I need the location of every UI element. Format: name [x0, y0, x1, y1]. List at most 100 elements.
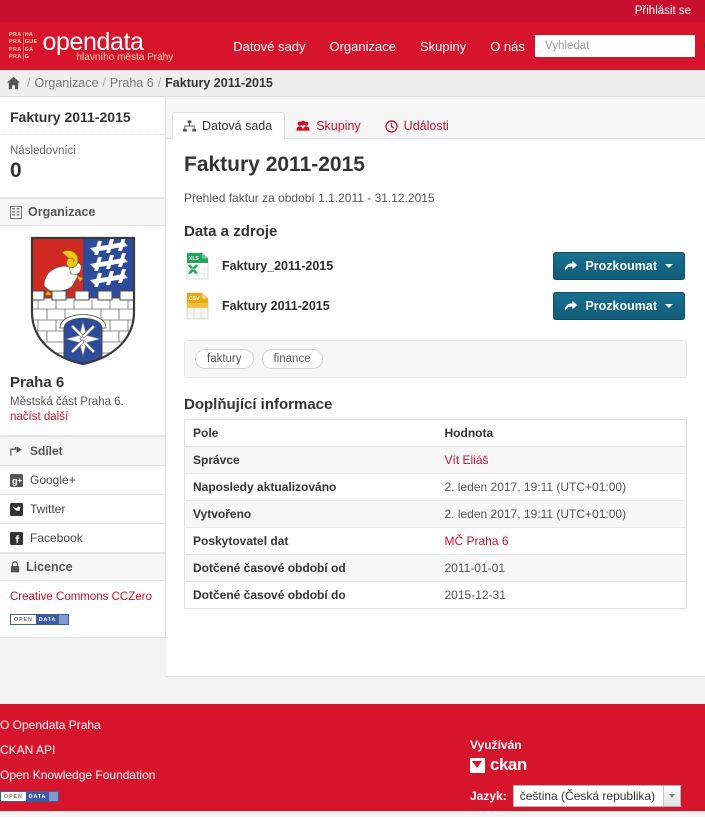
twitter-icon	[10, 502, 23, 516]
facebook-icon	[10, 531, 23, 545]
footer-badge-tail	[49, 792, 59, 801]
row-key-period-from: Dotčené časové období od	[184, 554, 437, 582]
ckan-logo-link[interactable]: ckan	[470, 755, 681, 775]
tab-label-groups: Skupiny	[316, 119, 361, 133]
clock-icon	[384, 119, 398, 133]
explore-button-xls[interactable]: Prozkoumat	[553, 252, 685, 280]
maintainer-link[interactable]: Vít Eliáš	[445, 453, 489, 467]
opendata-badge-open: OPEN	[11, 615, 36, 624]
breadcrumb-item-current: Faktury 2011-2015	[165, 76, 273, 90]
breadcrumb-sep-3: /	[157, 76, 162, 90]
row-value-last-updated: 2. leden 2017, 19:11 (UTC+01:00)	[436, 473, 687, 501]
data-provider-link[interactable]: MČ Praha 6	[445, 534, 509, 548]
license-link[interactable]: Creative Commons CCZero	[10, 591, 155, 603]
share-heading: Sdílet	[0, 436, 165, 465]
nav-organizations[interactable]: Organizace	[329, 39, 395, 54]
breadcrumb-item-organizace[interactable]: Organizace	[34, 76, 98, 90]
opendata-badge-data: DATA	[35, 615, 60, 624]
site-footer: O Opendata Praha CKAN API Open Knowledge…	[0, 704, 705, 811]
organization-description: Městská část Praha 6. načíst další	[10, 395, 155, 425]
footer-badge-data: DATA	[25, 792, 50, 801]
nav-about[interactable]: O nás	[490, 39, 525, 54]
followers-label: Následovníci	[10, 145, 76, 157]
tab-activity[interactable]: Události	[374, 112, 462, 139]
footer-link-about[interactable]: O Opendata Praha	[0, 718, 470, 732]
logo-cell-pra-2: PRA	[9, 39, 22, 46]
followers-count: 0	[10, 159, 22, 182]
explore-button-csv[interactable]: Prozkoumat	[553, 292, 685, 320]
table-row: Vytvořeno 2. leden 2017, 19:11 (UTC+01:0…	[184, 500, 687, 528]
csv-file-icon: CSV	[186, 292, 212, 320]
table-row: Správce Vít Eliáš	[184, 446, 687, 474]
nav-groups[interactable]: Skupiny	[420, 39, 466, 54]
home-icon[interactable]	[6, 76, 21, 90]
main-content: Datová sada Skupiny Události Faktury 201…	[166, 97, 705, 677]
sitemap-icon	[183, 120, 196, 132]
resource-item-csv[interactable]: CSV Faktury 2011-2015 Prozkoumat	[184, 286, 687, 326]
row-key-period-to: Dotčené časové období do	[184, 581, 437, 609]
search-input[interactable]	[543, 39, 701, 53]
share-arrow-icon	[565, 260, 578, 271]
tag-list: faktury finance	[184, 340, 687, 378]
table-header-row: Pole Hodnota	[184, 419, 687, 447]
powered-by-label: Využíván	[470, 738, 522, 752]
nav-datasets[interactable]: Datové sady	[233, 39, 305, 54]
tag-faktury[interactable]: faktury	[195, 349, 254, 369]
share-link-label-twitter: Twitter	[30, 502, 66, 516]
resource-item-xls[interactable]: XLS Faktury_2011-2015 Prozkoumat	[184, 246, 687, 286]
table-row: Dotčené časové období do 2015-12-31	[184, 581, 687, 609]
footer-link-ckan-api[interactable]: CKAN API	[0, 743, 470, 757]
main-navigation: Datové sady Organizace Skupiny O nás	[233, 39, 525, 54]
resource-name-xls: Faktury_2011-2015	[222, 259, 334, 273]
organization-module: Organizace Praha 6 Městská část Praha 6.…	[0, 198, 165, 436]
license-heading: Licence	[0, 553, 165, 581]
share-link-google-plus[interactable]: g + Google+	[0, 465, 165, 494]
language-label: Jazyk:	[470, 789, 507, 803]
svg-text:+: +	[18, 476, 23, 485]
organization-readmore-link[interactable]: načíst další	[10, 411, 68, 423]
wordmark: opendata hlavního města Prahy	[42, 30, 173, 63]
resources-heading: Data a zdroje	[184, 223, 278, 240]
table-row: Naposledy aktualizováno 2. leden 2017, 1…	[184, 473, 687, 501]
language-select[interactable]: čeština (Česká republika)	[512, 785, 681, 807]
content-inner: Faktury 2011-2015 Přehled faktur za obdo…	[166, 139, 705, 619]
share-icon	[10, 446, 23, 456]
column-header-field: Pole	[184, 419, 437, 447]
tab-dataset[interactable]: Datová sada	[172, 112, 286, 139]
share-module: Sdílet g + Google+ Twitter Facebook	[0, 436, 165, 553]
search-submit-button[interactable]	[701, 40, 705, 53]
login-link[interactable]: Přihlásit se	[635, 5, 691, 17]
language-select-value: čeština (Česká republika)	[519, 789, 656, 803]
share-link-twitter[interactable]: Twitter	[0, 494, 165, 523]
share-link-facebook[interactable]: Facebook	[0, 523, 165, 552]
chevron-down-icon[interactable]	[662, 786, 680, 806]
wordmark-tagline: hlavního města Prahy	[76, 52, 174, 63]
resource-name-csv: Faktury 2011-2015	[222, 299, 330, 313]
organization-name: Praha 6	[10, 374, 65, 391]
xls-file-icon: XLS	[186, 252, 212, 280]
explore-button-label-xls: Prozkoumat	[585, 259, 657, 273]
logo-cell-ga: GA	[22, 46, 39, 54]
breadcrumb-item-praha-6[interactable]: Praha 6	[110, 76, 154, 90]
tag-finance[interactable]: finance	[261, 349, 323, 369]
tab-groups[interactable]: Skupiny	[285, 112, 373, 139]
row-value-data-provider: MČ Praha 6	[436, 527, 687, 555]
masthead: PRA HA PRA GUE PRA GA PRA G opendata hla…	[0, 22, 705, 70]
table-row: Poskytovatel dat MČ Praha 6	[184, 527, 687, 555]
organization-body: Praha 6 Městská část Praha 6. načíst dal…	[0, 226, 165, 435]
chevron-down-icon	[665, 304, 673, 308]
logo-cell-g: G	[22, 53, 39, 62]
row-key-created: Vytvořeno	[184, 500, 437, 528]
page-body: Faktury 2011-2015 Následovníci 0 Organiz…	[0, 97, 705, 704]
building-icon	[10, 205, 22, 219]
tab-label-activity: Události	[403, 119, 449, 133]
sidebar-dataset-title: Faktury 2011-2015	[0, 97, 165, 135]
row-key-last-updated: Naposledy aktualizováno	[184, 473, 437, 501]
praha-logo-grid: PRA HA PRA GUE PRA GA PRA G	[8, 32, 39, 62]
footer-link-okf[interactable]: Open Knowledge Foundation	[0, 768, 470, 782]
group-icon	[296, 120, 310, 131]
share-heading-label: Sdílet	[30, 444, 63, 458]
site-logo[interactable]: PRA HA PRA GUE PRA GA PRA G opendata hla…	[8, 29, 173, 63]
ckan-wordmark: ckan	[490, 755, 527, 774]
ckan-mark-icon	[470, 757, 485, 773]
